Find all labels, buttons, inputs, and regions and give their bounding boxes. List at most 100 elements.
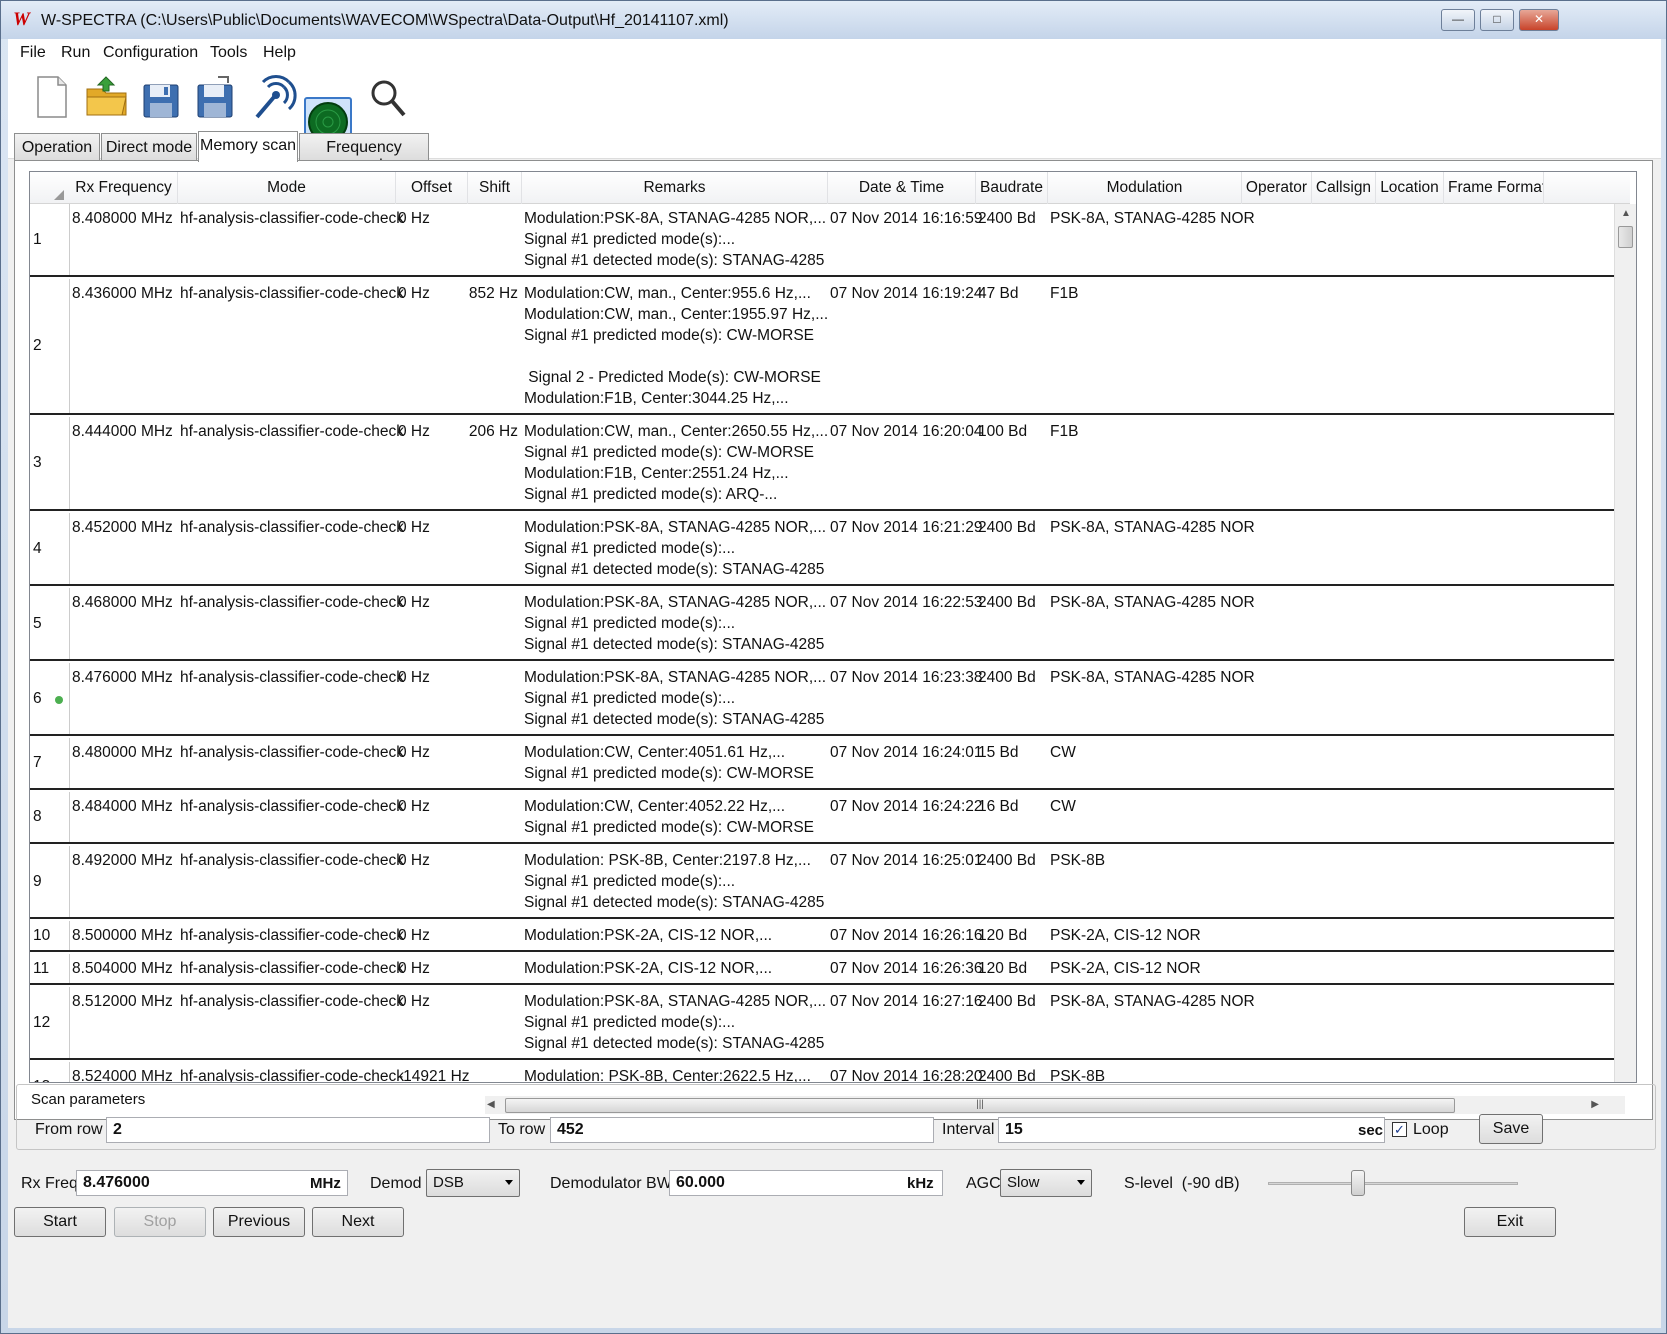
- cell-freq[interactable]: 8.480000 MHz: [72, 742, 173, 763]
- scroll-up-icon[interactable]: ▲: [1621, 208, 1631, 219]
- col-baudrate[interactable]: Baudrate: [976, 172, 1048, 204]
- cell-modulation[interactable]: PSK-8B: [1050, 1066, 1105, 1082]
- cell-modulation[interactable]: PSK-8A, STANAG-4285 NOR: [1050, 667, 1255, 688]
- open-folder-icon[interactable]: [84, 73, 130, 121]
- row-header[interactable]: 13: [30, 1062, 70, 1082]
- cell-remarks[interactable]: Modulation:CW, man., Center:955.6 Hz,...…: [524, 283, 828, 409]
- save-as-icon[interactable]: [192, 73, 238, 121]
- menu-file[interactable]: File: [20, 44, 46, 62]
- tab-operation[interactable]: Operation: [14, 133, 100, 161]
- cell-mode[interactable]: hf-analysis-classifier-code-check: [180, 991, 404, 1012]
- cell-baud[interactable]: 47 Bd: [978, 283, 1019, 304]
- table-row[interactable]: 13 8.524000 MHz hf-analysis-classifier-cod…: [30, 1062, 1614, 1082]
- cell-mode[interactable]: hf-analysis-classifier-code-check: [180, 850, 404, 871]
- cell-modulation[interactable]: PSK-2A, CIS-12 NOR: [1050, 958, 1201, 979]
- row-header[interactable]: 1: [30, 204, 70, 275]
- s-level-slider-thumb[interactable]: [1351, 1170, 1365, 1196]
- cell-baud[interactable]: 2400 Bd: [978, 1066, 1036, 1082]
- cell-offset[interactable]: 0 Hz: [398, 991, 430, 1012]
- demod-select[interactable]: DSB: [426, 1169, 520, 1197]
- cell-baud[interactable]: 15 Bd: [978, 742, 1019, 763]
- table-row[interactable]: 6 8.476000 MHz hf-analysis-classifier-code…: [30, 663, 1614, 736]
- row-header[interactable]: 10: [30, 921, 70, 950]
- row-header[interactable]: 7: [30, 738, 70, 788]
- to-row-input[interactable]: 452: [550, 1117, 934, 1143]
- cell-offset[interactable]: 0 Hz: [398, 283, 430, 304]
- cell-freq[interactable]: 8.476000 MHz: [72, 667, 173, 688]
- cell-baud[interactable]: 2400 Bd: [978, 667, 1036, 688]
- row-header[interactable]: 5: [30, 588, 70, 659]
- rx-freq-input[interactable]: 8.476000: [76, 1170, 348, 1196]
- next-button[interactable]: Next: [312, 1207, 404, 1237]
- row-header[interactable]: 8: [30, 792, 70, 842]
- cell-offset[interactable]: 0 Hz: [398, 421, 430, 442]
- cell-mode[interactable]: hf-analysis-classifier-code-check: [180, 742, 404, 763]
- cell-modulation[interactable]: PSK-8A, STANAG-4285 NOR: [1050, 592, 1255, 613]
- table-row[interactable]: 11 8.504000 MHz hf-analysis-classifier-cod…: [30, 954, 1614, 985]
- demod-bw-input[interactable]: 60.000: [669, 1170, 943, 1196]
- table-row[interactable]: 9 8.492000 MHz hf-analysis-classifier-code…: [30, 846, 1614, 919]
- cell-modulation[interactable]: F1B: [1050, 283, 1078, 304]
- cell-datetime[interactable]: 07 Nov 2014 16:22:53: [830, 592, 983, 613]
- cell-freq[interactable]: 8.492000 MHz: [72, 850, 173, 871]
- cell-mode[interactable]: hf-analysis-classifier-code-check: [180, 283, 404, 304]
- col-date-time[interactable]: Date & Time: [828, 172, 976, 204]
- col-frame-format[interactable]: Frame Format: [1444, 172, 1544, 204]
- col-rx-frequency[interactable]: Rx Frequency: [70, 172, 178, 204]
- stop-button[interactable]: Stop: [114, 1207, 206, 1237]
- cell-offset[interactable]: 0 Hz: [398, 667, 430, 688]
- cell-offset[interactable]: 0 Hz: [398, 958, 430, 979]
- cell-datetime[interactable]: 07 Nov 2014 16:26:16: [830, 925, 983, 946]
- table-row[interactable]: 12 8.512000 MHz hf-analysis-classifier-cod…: [30, 987, 1614, 1060]
- cell-datetime[interactable]: 07 Nov 2014 16:23:38: [830, 667, 983, 688]
- col-mode[interactable]: Mode: [178, 172, 396, 204]
- cell-remarks[interactable]: Modulation:PSK-2A, CIS-12 NOR,...: [524, 958, 772, 979]
- table-row[interactable]: 10 8.500000 MHz hf-analysis-classifier-cod…: [30, 921, 1614, 952]
- cell-datetime[interactable]: 07 Nov 2014 16:16:59: [830, 208, 983, 229]
- new-document-icon[interactable]: [28, 73, 74, 121]
- close-button[interactable]: ✕: [1519, 9, 1559, 31]
- table-row[interactable]: 5 8.468000 MHz hf-analysis-classifier-code…: [30, 588, 1614, 661]
- cell-datetime[interactable]: 07 Nov 2014 16:24:22: [830, 796, 983, 817]
- cell-modulation[interactable]: CW: [1050, 796, 1076, 817]
- search-icon[interactable]: [364, 73, 410, 121]
- start-button[interactable]: Start: [14, 1207, 106, 1237]
- cell-freq[interactable]: 8.500000 MHz: [72, 925, 173, 946]
- row-header[interactable]: 2: [30, 279, 70, 413]
- cell-remarks[interactable]: Modulation: PSK-8B, Center:2622.5 Hz,...…: [524, 1066, 811, 1082]
- cell-offset[interactable]: 0 Hz: [398, 517, 430, 538]
- cell-mode[interactable]: hf-analysis-classifier-code-check: [180, 667, 404, 688]
- cell-offset[interactable]: 0 Hz: [398, 925, 430, 946]
- cell-baud[interactable]: 2400 Bd: [978, 850, 1036, 871]
- cell-freq[interactable]: 8.504000 MHz: [72, 958, 173, 979]
- cell-mode[interactable]: hf-analysis-classifier-code-check: [180, 1066, 404, 1082]
- signal-scan-icon[interactable]: [251, 73, 297, 121]
- cell-freq[interactable]: 8.452000 MHz: [72, 517, 173, 538]
- cell-datetime[interactable]: 07 Nov 2014 16:28:20: [830, 1066, 983, 1082]
- cell-mode[interactable]: hf-analysis-classifier-code-check: [180, 796, 404, 817]
- cell-freq[interactable]: 8.524000 MHz: [72, 1066, 173, 1082]
- col-offset[interactable]: Offset: [396, 172, 468, 204]
- cell-offset[interactable]: 0 Hz: [398, 742, 430, 763]
- vertical-scrollbar[interactable]: ▲ ▼: [1614, 204, 1636, 1082]
- menu-run[interactable]: Run: [61, 44, 90, 62]
- vertical-scroll-thumb[interactable]: [1618, 226, 1633, 248]
- cell-freq[interactable]: 8.408000 MHz: [72, 208, 173, 229]
- cell-datetime[interactable]: 07 Nov 2014 16:21:29: [830, 517, 983, 538]
- table-row[interactable]: 8 8.484000 MHz hf-analysis-classifier-code…: [30, 792, 1614, 844]
- cell-modulation[interactable]: PSK-8A, STANAG-4285 NOR: [1050, 991, 1255, 1012]
- cell-mode[interactable]: hf-analysis-classifier-code-check: [180, 958, 404, 979]
- cell-shift[interactable]: 206 Hz: [468, 421, 518, 442]
- cell-remarks[interactable]: Modulation:PSK-2A, CIS-12 NOR,...: [524, 925, 772, 946]
- col-operator[interactable]: Operator: [1242, 172, 1312, 204]
- cell-freq[interactable]: 8.484000 MHz: [72, 796, 173, 817]
- row-header[interactable]: 11: [30, 954, 70, 983]
- cell-baud[interactable]: 2400 Bd: [978, 991, 1036, 1012]
- cell-baud[interactable]: 120 Bd: [978, 925, 1027, 946]
- cell-freq[interactable]: 8.468000 MHz: [72, 592, 173, 613]
- col-modulation[interactable]: Modulation: [1048, 172, 1242, 204]
- cell-baud[interactable]: 2400 Bd: [978, 208, 1036, 229]
- row-header[interactable]: 9: [30, 846, 70, 917]
- cell-remarks[interactable]: Modulation:CW, Center:4052.22 Hz,... Sig…: [524, 796, 814, 838]
- col-location[interactable]: Location: [1376, 172, 1444, 204]
